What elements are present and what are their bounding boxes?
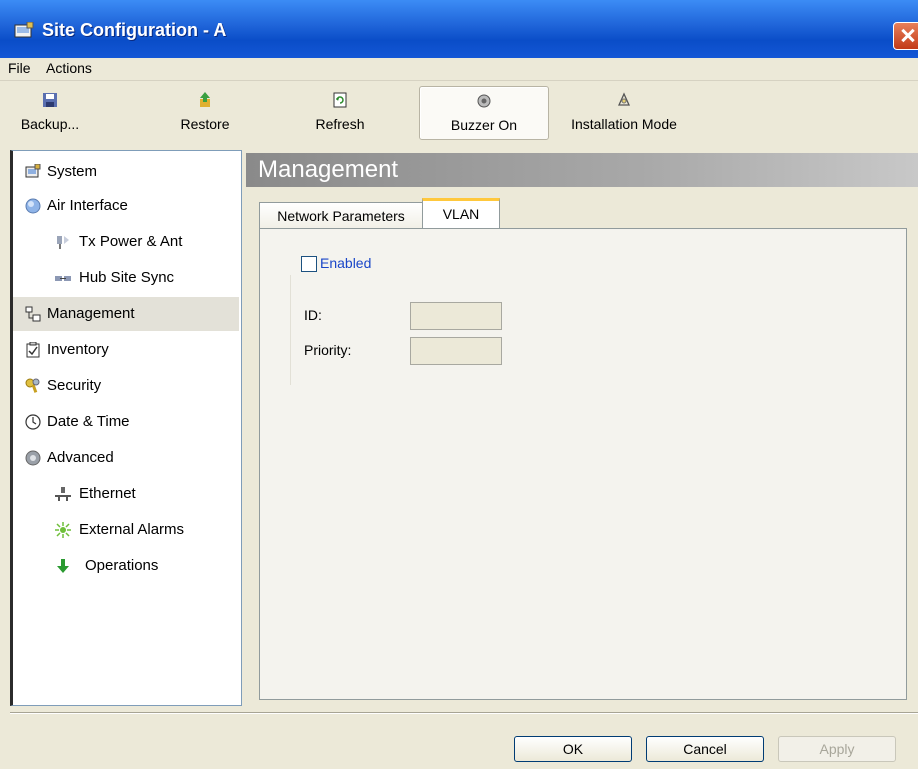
sidebar-item-label: Management xyxy=(47,305,135,322)
window-frame xyxy=(0,58,10,769)
restore-icon xyxy=(200,92,210,107)
id-label: ID: xyxy=(304,307,322,323)
air-interface-icon xyxy=(25,198,41,214)
footer-divider xyxy=(10,712,918,714)
floppy-icon xyxy=(43,93,57,107)
tab-label: VLAN xyxy=(442,206,480,222)
clock-icon xyxy=(25,414,41,430)
restore-button[interactable]: Restore xyxy=(170,86,240,138)
sidebar-item-label: Security xyxy=(47,377,102,394)
sidebar-item-management[interactable]: Management xyxy=(13,297,239,331)
apply-label: Apply xyxy=(819,741,855,757)
system-icon xyxy=(25,164,41,178)
buzzer-icon xyxy=(477,94,491,108)
antenna-icon xyxy=(57,236,69,249)
sidebar-item-label: Ethernet xyxy=(79,485,136,502)
sidebar-item-advanced[interactable]: Advanced xyxy=(13,441,239,475)
alarm-icon xyxy=(55,522,71,538)
title-bar: Site Configuration - A xyxy=(0,0,918,58)
cancel-label: Cancel xyxy=(683,741,727,757)
tab-network-parameters[interactable]: Network Parameters xyxy=(259,202,423,229)
close-button[interactable] xyxy=(893,22,918,50)
sidebar-item-label: Operations xyxy=(85,557,159,574)
sidebar-item-label: System xyxy=(47,163,98,180)
refresh-button[interactable]: Refresh xyxy=(295,86,385,138)
arrow-down-icon xyxy=(57,559,69,573)
refresh-icon xyxy=(333,92,347,108)
buzzer-label: Buzzer On xyxy=(450,117,518,133)
menu-actions[interactable]: Actions xyxy=(46,60,92,76)
cancel-button[interactable]: Cancel xyxy=(646,736,764,762)
gear-icon xyxy=(25,450,41,466)
apply-button[interactable]: Apply xyxy=(778,736,896,762)
sidebar-item-label: Advanced xyxy=(47,449,114,466)
sidebar-item-label: Inventory xyxy=(47,341,109,358)
window-title: Site Configuration - A xyxy=(42,20,227,40)
key-icon xyxy=(25,378,40,393)
backup-button[interactable]: Backup... xyxy=(10,86,90,138)
sidebar-item-external-alarms[interactable]: External Alarms xyxy=(13,513,239,547)
enabled-label[interactable]: Enabled xyxy=(320,255,371,271)
priority-field[interactable] xyxy=(410,337,502,365)
sidebar-item-system[interactable]: System xyxy=(13,155,239,189)
page-title: Management xyxy=(258,156,399,183)
backup-label: Backup... xyxy=(20,116,80,132)
toolbar: Backup... Restore Refresh Buzzer On Inst… xyxy=(10,82,918,142)
sidebar-item-tx-power[interactable]: Tx Power & Ant xyxy=(13,225,239,259)
restore-label: Restore xyxy=(180,116,230,132)
installation-mode-button[interactable]: Installation Mode xyxy=(558,86,690,138)
installation-mode-label: Installation Mode xyxy=(571,116,677,132)
ok-button[interactable]: OK xyxy=(514,736,632,762)
vlan-panel xyxy=(259,228,907,700)
menu-bar: File Actions xyxy=(0,58,918,81)
sidebar-item-hub-site-sync[interactable]: Hub Site Sync xyxy=(13,261,239,295)
sidebar-item-ethernet[interactable]: Ethernet xyxy=(13,477,239,511)
sidebar-item-operations[interactable]: Operations xyxy=(13,549,239,583)
id-field[interactable] xyxy=(410,302,502,330)
sidebar-nav: System Air Interface Tx Power & Ant Hub … xyxy=(10,150,242,706)
ethernet-icon xyxy=(55,487,71,501)
tab-label: Network Parameters xyxy=(277,208,405,224)
priority-label: Priority: xyxy=(304,342,352,358)
site-config-icon xyxy=(14,22,34,38)
sidebar-item-label: External Alarms xyxy=(79,521,185,538)
sidebar-item-date-time[interactable]: Date & Time xyxy=(13,405,239,439)
sidebar-item-air-interface[interactable]: Air Interface xyxy=(13,189,239,223)
buzzer-button[interactable]: Buzzer On xyxy=(419,86,549,140)
sidebar-item-label: Hub Site Sync xyxy=(79,269,175,286)
sidebar-item-label: Air Interface xyxy=(47,197,128,214)
menu-file[interactable]: File xyxy=(8,60,31,76)
sync-icon xyxy=(55,276,71,281)
sidebar-item-label: Date & Time xyxy=(47,413,130,430)
tab-vlan[interactable]: VLAN xyxy=(422,198,500,228)
sidebar-item-label: Tx Power & Ant xyxy=(79,233,183,250)
sidebar-item-inventory[interactable]: Inventory xyxy=(13,333,239,367)
enabled-checkbox[interactable] xyxy=(301,256,317,272)
page-title-bar: Management xyxy=(246,153,918,187)
ok-label: OK xyxy=(562,741,584,757)
management-icon xyxy=(25,306,41,322)
installation-mode-icon xyxy=(617,92,631,106)
vlan-group xyxy=(290,275,571,385)
refresh-label: Refresh xyxy=(315,116,365,132)
sidebar-item-security[interactable]: Security xyxy=(13,369,239,403)
inventory-icon xyxy=(26,342,40,358)
